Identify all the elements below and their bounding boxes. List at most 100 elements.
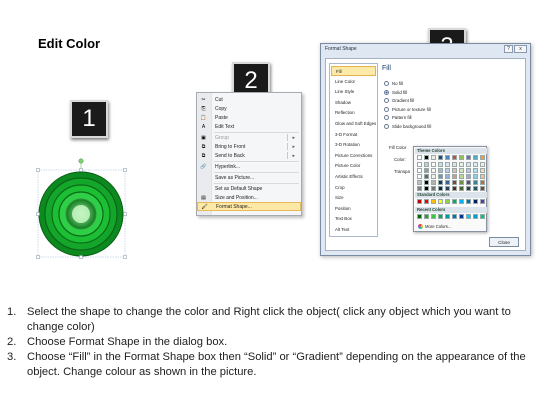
recent-color-swatch[interactable] bbox=[452, 214, 457, 219]
menu-item-edit-text[interactable]: A Edit Text bbox=[197, 122, 301, 131]
theme-color-swatch[interactable] bbox=[424, 168, 429, 173]
theme-color-swatch[interactable] bbox=[417, 168, 422, 173]
theme-color-swatch[interactable] bbox=[431, 155, 436, 160]
theme-color-swatch[interactable] bbox=[445, 168, 450, 173]
menu-item-send-to-back[interactable]: ⧉ Send to Back ▸ bbox=[197, 151, 301, 160]
menu-item-save-as-picture[interactable]: Save as Picture... bbox=[197, 173, 301, 182]
fill-option-solid-fill[interactable]: Solid fill bbox=[384, 89, 407, 95]
radio-button[interactable] bbox=[384, 124, 389, 129]
theme-color-swatch[interactable] bbox=[438, 180, 443, 185]
standard-color-swatch[interactable] bbox=[431, 199, 436, 204]
theme-color-swatch[interactable] bbox=[438, 155, 443, 160]
theme-color-swatch[interactable] bbox=[459, 168, 464, 173]
nav-item-text-box[interactable]: Text Box bbox=[331, 214, 376, 224]
theme-color-swatch[interactable] bbox=[438, 186, 443, 191]
theme-color-swatch[interactable] bbox=[459, 155, 464, 160]
standard-color-swatch[interactable] bbox=[445, 199, 450, 204]
recent-color-swatch[interactable] bbox=[424, 214, 429, 219]
theme-color-swatch[interactable] bbox=[480, 162, 485, 167]
theme-color-swatch[interactable] bbox=[431, 186, 436, 191]
theme-color-swatch[interactable] bbox=[445, 180, 450, 185]
theme-color-swatch[interactable] bbox=[459, 174, 464, 179]
fill-option-gradient-fill[interactable]: Gradient fill bbox=[384, 98, 414, 104]
theme-color-swatch[interactable] bbox=[417, 155, 422, 160]
theme-color-swatch[interactable] bbox=[445, 162, 450, 167]
theme-color-swatch[interactable] bbox=[452, 186, 457, 191]
theme-color-swatch[interactable] bbox=[417, 162, 422, 167]
standard-color-swatch[interactable] bbox=[452, 199, 457, 204]
theme-color-swatch[interactable] bbox=[431, 180, 436, 185]
radio-button[interactable] bbox=[384, 81, 389, 86]
nav-item-shadow[interactable]: Shadow bbox=[331, 98, 376, 108]
theme-color-swatch[interactable] bbox=[452, 174, 457, 179]
theme-color-swatch[interactable] bbox=[480, 186, 485, 191]
theme-color-swatch[interactable] bbox=[480, 180, 485, 185]
nav-item-size[interactable]: Size bbox=[331, 193, 376, 203]
help-button[interactable]: ? bbox=[504, 45, 513, 53]
recent-color-swatch[interactable] bbox=[473, 214, 478, 219]
theme-color-swatch[interactable] bbox=[466, 174, 471, 179]
nav-item-picture-corrections[interactable]: Picture Corrections bbox=[331, 151, 376, 161]
theme-color-swatch[interactable] bbox=[438, 168, 443, 173]
concentric-circle-shape[interactable] bbox=[30, 158, 136, 268]
theme-color-swatch[interactable] bbox=[445, 174, 450, 179]
theme-color-swatch[interactable] bbox=[466, 180, 471, 185]
close-button[interactable]: Close bbox=[489, 237, 519, 247]
theme-color-swatch[interactable] bbox=[480, 168, 485, 173]
theme-color-swatch[interactable] bbox=[459, 162, 464, 167]
standard-color-swatch[interactable] bbox=[438, 199, 443, 204]
nav-item-3-d-rotation[interactable]: 3-D Rotation bbox=[331, 140, 376, 150]
fill-option-picture-or-texture-fill[interactable]: Picture or texture fill bbox=[384, 106, 431, 112]
radio-button[interactable] bbox=[384, 115, 389, 121]
theme-color-swatch[interactable] bbox=[445, 155, 450, 160]
recent-color-swatch[interactable] bbox=[438, 214, 443, 219]
fill-option-no-fill[interactable]: No fill bbox=[384, 81, 403, 86]
theme-color-swatch[interactable] bbox=[424, 162, 429, 167]
theme-color-swatch[interactable] bbox=[445, 186, 450, 191]
radio-button[interactable] bbox=[384, 98, 389, 104]
theme-color-swatch[interactable] bbox=[417, 174, 422, 179]
theme-color-swatch[interactable] bbox=[480, 155, 485, 160]
more-colors-link[interactable]: More Colors... bbox=[418, 224, 451, 229]
theme-color-swatch[interactable] bbox=[473, 162, 478, 167]
theme-color-swatch[interactable] bbox=[459, 186, 464, 191]
nav-item-3-d-format[interactable]: 3-D Format bbox=[331, 130, 376, 140]
recent-color-swatch[interactable] bbox=[417, 214, 422, 219]
standard-color-swatch[interactable] bbox=[424, 199, 429, 204]
nav-item-position[interactable]: Position bbox=[331, 204, 376, 214]
theme-color-swatch[interactable] bbox=[431, 162, 436, 167]
theme-color-swatch[interactable] bbox=[473, 174, 478, 179]
theme-color-swatch[interactable] bbox=[452, 168, 457, 173]
theme-color-swatch[interactable] bbox=[438, 162, 443, 167]
theme-color-swatch[interactable] bbox=[480, 174, 485, 179]
theme-color-swatch[interactable] bbox=[473, 155, 478, 160]
theme-color-swatch[interactable] bbox=[431, 174, 436, 179]
standard-color-swatch[interactable] bbox=[417, 199, 422, 204]
theme-color-swatch[interactable] bbox=[473, 186, 478, 191]
theme-color-swatch[interactable] bbox=[466, 162, 471, 167]
theme-color-swatch[interactable] bbox=[473, 180, 478, 185]
nav-item-fill[interactable]: Fill bbox=[331, 66, 376, 76]
recent-color-swatch[interactable] bbox=[459, 214, 464, 219]
theme-color-swatch[interactable] bbox=[466, 186, 471, 191]
theme-color-swatch[interactable] bbox=[431, 168, 436, 173]
theme-color-swatch[interactable] bbox=[452, 155, 457, 160]
menu-item-format-shape[interactable]: 🖌 Format Shape... bbox=[197, 202, 301, 211]
menu-item-hyperlink[interactable]: 🔗 Hyperlink... bbox=[197, 162, 301, 171]
nav-item-crop[interactable]: Crop bbox=[331, 183, 376, 193]
menu-item-copy[interactable]: ⎘ Copy bbox=[197, 104, 301, 113]
theme-color-swatch[interactable] bbox=[452, 180, 457, 185]
nav-item-reflection[interactable]: Reflection bbox=[331, 108, 376, 118]
standard-color-swatch[interactable] bbox=[459, 199, 464, 204]
menu-item-bring-to-front[interactable]: ⧉ Bring to Front ▸ bbox=[197, 142, 301, 151]
menu-item-cut[interactable]: ✂ Cut bbox=[197, 95, 301, 104]
nav-item-line-color[interactable]: Line Color bbox=[331, 77, 376, 87]
nav-item-line-style[interactable]: Line Style bbox=[331, 87, 376, 97]
theme-color-swatch[interactable] bbox=[424, 180, 429, 185]
nav-item-alt-text[interactable]: Alt Text bbox=[331, 225, 376, 235]
standard-color-swatch[interactable] bbox=[473, 199, 478, 204]
close-icon[interactable]: x bbox=[514, 45, 527, 53]
radio-button[interactable] bbox=[384, 89, 389, 95]
theme-color-swatch[interactable] bbox=[424, 186, 429, 191]
theme-color-swatch[interactable] bbox=[459, 180, 464, 185]
